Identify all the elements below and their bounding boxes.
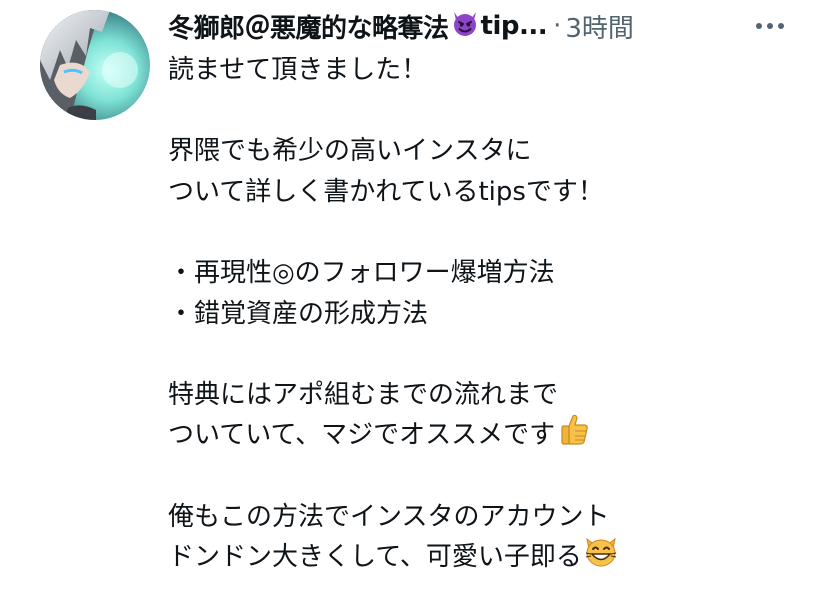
profile-avatar[interactable] [40,10,150,120]
grinning-cat-emoji [583,533,619,582]
tweet-line-text: ついていて、マジでオススメです [168,420,556,451]
thumbs-up-emoji [556,411,592,460]
smiling-devil-emoji [450,8,480,45]
tweet-line-with-emoji: ついていて、マジでオススメです [168,415,788,456]
tweet-text: 読ませて頂きました！ 界隈でも希少の高いインスタに ついて詳しく書かれているti… [168,50,788,578]
timestamp[interactable]: 3時間 [565,8,634,45]
tweet[interactable]: 冬獅郎＠悪魔的な略奪法 tip... · 3時間 読ませて頂きました！ 界隈でも… [0,0,828,593]
more-horizontal-icon [756,23,784,29]
tweet-line: ついて詳しく書かれているtipsです！ [168,176,604,207]
tweet-line: ・錯覚資産の形成方法 [168,298,429,329]
tweet-line-with-emoji: ドンドン大きくして、可愛い子即る [168,537,788,578]
tweet-line: 読ませて頂きました！ [168,55,428,85]
tweet-header: 冬獅郎＠悪魔的な略奪法 tip... · 3時間 [168,6,634,46]
tweet-line: 界隈でも希少の高いインスタに [168,136,532,167]
tweet-line: 俺もこの方法でインスタのアカウント [168,501,610,532]
author-name-suffix: tip... [480,11,548,41]
tweet-line: 特典にはアポ組むまでの流れまで [168,379,559,410]
tweet-line: ・再現性◎のフォロワー爆増方法 [168,257,555,288]
tweet-line-text: ドンドン大きくして、可愛い子即る [168,542,582,573]
author-name[interactable]: 冬獅郎＠悪魔的な略奪法 tip... [168,8,548,45]
more-options-button[interactable] [752,12,788,40]
author-name-text: 冬獅郎＠悪魔的な略奪法 [168,13,449,44]
separator-dot: · [553,11,562,41]
